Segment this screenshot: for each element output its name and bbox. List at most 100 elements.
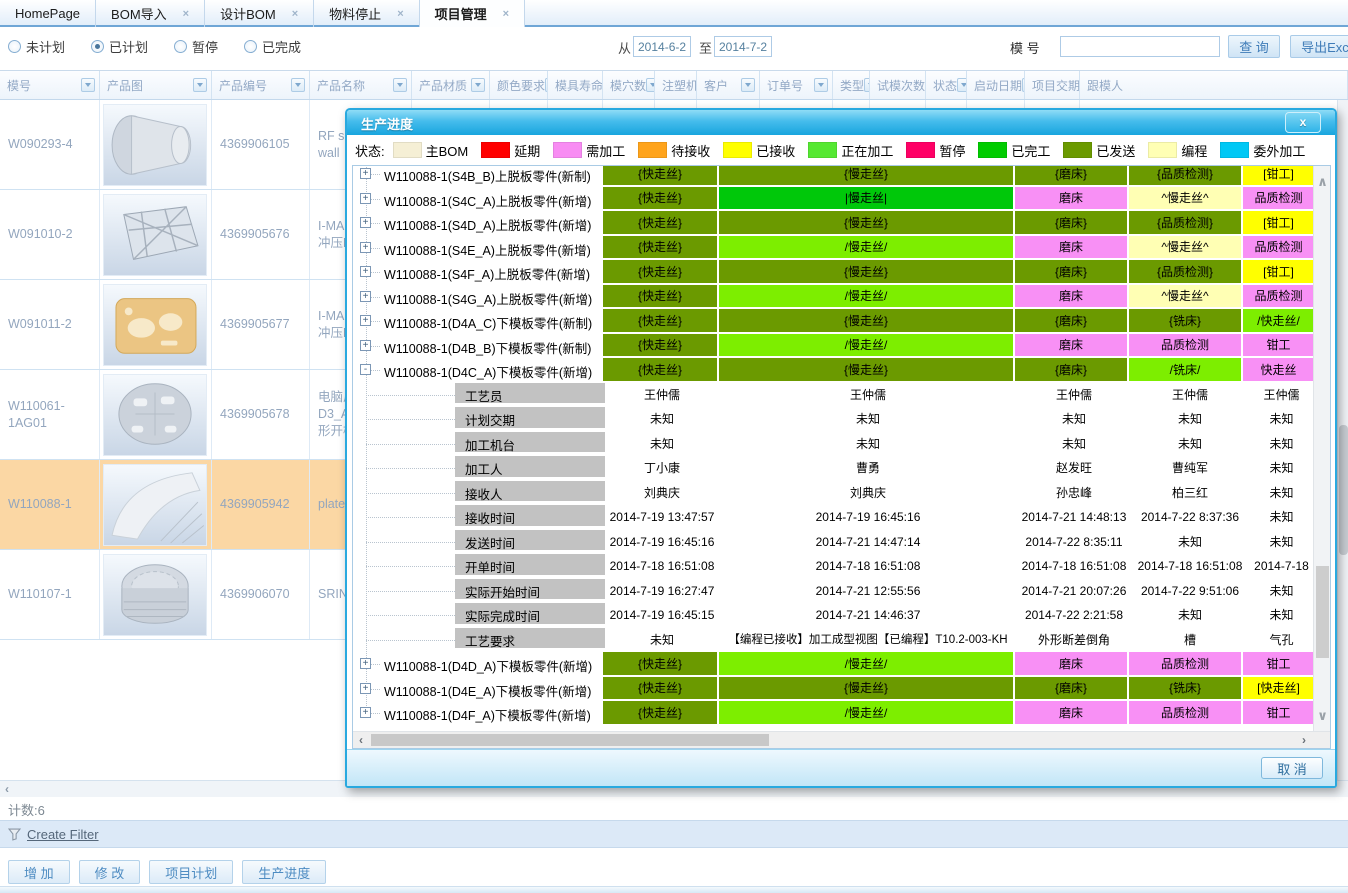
scrollbar-thumb[interactable] [371,734,769,746]
action-button-修改[interactable]: 修 改 [79,860,141,884]
radio-已完成[interactable]: 已完成 [244,37,301,56]
column-header-启动日期[interactable]: 启动日期 [967,71,1025,99]
process-step-cell[interactable]: {磨床} [1015,677,1127,700]
column-header-状态[interactable]: 状态 [926,71,967,99]
process-step-cell[interactable]: [钳工] [1243,166,1314,185]
tree-row[interactable]: +W110088-1(S4G_A)上脱板零件(新增){快走丝}/慢走丝/磨床^慢… [353,285,1314,310]
process-step-cell[interactable]: 磨床 [1015,334,1127,357]
process-step-cell[interactable]: {快走丝} [603,236,717,259]
process-step-cell[interactable]: {慢走丝} [719,166,1013,185]
tree-node[interactable]: +W110088-1(D4B_B)下模板零件(新制) [353,334,603,359]
process-step-cell[interactable]: 磨床 [1015,285,1127,308]
process-step-cell[interactable]: 磨床 [1015,187,1127,210]
tree-row[interactable]: +W110088-1(D4B_B)下模板零件(新制){快走丝}/慢走丝/磨床品质… [353,334,1314,359]
dialog-close-button[interactable]: x [1285,112,1321,133]
action-button-增加[interactable]: 增 加 [8,860,70,884]
cancel-button[interactable]: 取 消 [1261,757,1323,779]
tree-node[interactable]: -W110088-1(D4C_A)下模板零件(新增) [353,358,603,383]
scrollbar-thumb[interactable] [1339,425,1348,555]
expand-toggle-icon[interactable]: + [360,315,371,326]
tree-node[interactable]: +W110088-1(S4D_A)上脱板零件(新增) [353,211,603,236]
tree-row[interactable]: +W110088-1(S4D_A)上脱板零件(新增){快走丝}{慢走丝}{磨床}… [353,211,1314,236]
process-step-cell[interactable]: /慢走丝/ [719,701,1013,724]
expand-toggle-icon[interactable]: + [360,217,371,228]
process-step-cell[interactable]: {铣床} [1129,309,1241,332]
process-step-cell[interactable]: 磨床 [1015,236,1127,259]
process-step-cell[interactable]: {快走丝} [603,285,717,308]
process-step-cell[interactable]: {磨床} [1015,260,1127,283]
tree-row[interactable]: +W110088-1(D4D_A)下模板零件(新增){快走丝}/慢走丝/磨床品质… [353,652,1314,677]
process-step-cell[interactable]: [快走丝] [1243,677,1314,700]
process-step-cell[interactable]: {快走丝} [603,187,717,210]
expand-toggle-icon[interactable]: + [360,168,371,179]
column-header-产品材质[interactable]: 产品材质 [412,71,490,99]
date-to-input[interactable] [714,36,772,57]
process-step-cell[interactable]: {慢走丝} [719,358,1013,381]
filter-dropdown-icon[interactable] [393,78,407,92]
process-step-cell[interactable]: 品质检测 [1129,652,1241,675]
process-step-cell[interactable]: 品质检测 [1243,236,1314,259]
mold-no-input[interactable] [1060,36,1220,57]
process-step-cell[interactable]: {铣床} [1129,677,1241,700]
filter-dropdown-icon[interactable] [471,78,485,92]
filter-dropdown-icon[interactable] [291,78,305,92]
tree-row[interactable]: +W110088-1(D4A_C)下模板零件(新制){快走丝}{慢走丝}{磨床}… [353,309,1314,334]
process-step-cell[interactable]: /快走丝/ [1243,309,1314,332]
process-step-cell[interactable]: 磨床 [1015,652,1127,675]
tree-node[interactable]: +W110088-1(S4F_A)上脱板零件(新增) [353,260,603,285]
tab-HomePage[interactable]: HomePage [0,0,96,27]
tree-node[interactable]: +W110088-1(S4G_A)上脱板零件(新增) [353,285,603,310]
expand-toggle-icon[interactable]: + [360,683,371,694]
filter-dropdown-icon[interactable] [741,78,755,92]
scroll-up-icon[interactable]: ∧ [1314,174,1331,190]
process-step-cell[interactable]: {慢走丝} [719,260,1013,283]
filter-dropdown-icon[interactable] [814,78,828,92]
tree-node[interactable]: +W110088-1(S4B_B)上脱板零件(新制) [353,166,603,187]
scroll-right-icon[interactable]: › [1302,733,1306,747]
column-header-客户[interactable]: 客户 [697,71,760,99]
column-header-项目交期[interactable]: 项目交期 [1025,71,1080,99]
tab-BOM导入[interactable]: BOM导入× [96,0,205,27]
query-button[interactable]: 查 询 [1228,35,1280,58]
process-step-cell[interactable]: 磨床 [1015,701,1127,724]
expand-toggle-icon[interactable]: + [360,266,371,277]
scroll-down-icon[interactable]: ∨ [1314,708,1331,724]
tab-close-icon[interactable]: × [183,8,189,20]
tree-node[interactable]: +W110088-1(D4F_A)下模板零件(新增) [353,701,603,726]
process-step-cell[interactable]: 钳工 [1243,334,1314,357]
process-step-cell[interactable]: {慢走丝} [719,211,1013,234]
radio-未计划[interactable]: 未计划 [8,37,65,56]
dialog-horizontal-scrollbar[interactable]: ‹ › [353,731,1330,748]
process-step-cell[interactable]: {磨床} [1015,358,1127,381]
radio-暂停[interactable]: 暂停 [174,37,218,56]
tree-row[interactable]: +W110088-1(D4F_A)下模板零件(新增){快走丝}/慢走丝/磨床品质… [353,701,1314,726]
process-step-cell[interactable]: {快走丝} [603,701,717,724]
process-step-cell[interactable]: {快走丝} [603,677,717,700]
process-step-cell[interactable]: {快走丝} [603,652,717,675]
action-button-生产进度[interactable]: 生产进度 [242,860,326,884]
process-step-cell[interactable]: {快走丝} [603,309,717,332]
process-step-cell[interactable]: {快走丝} [603,211,717,234]
process-step-cell[interactable]: /慢走丝/ [719,334,1013,357]
tree-row[interactable]: +W110088-1(S4C_A)上脱板零件(新增){快走丝}|慢走丝|磨床^慢… [353,187,1314,212]
tree-row[interactable]: +W110088-1(D4E_A)下模板零件(新增){快走丝}{慢走丝}{磨床}… [353,677,1314,702]
action-button-项目计划[interactable]: 项目计划 [149,860,233,884]
main-vertical-scrollbar[interactable] [1337,100,1348,780]
tab-设计BOM[interactable]: 设计BOM× [205,0,314,27]
collapse-toggle-icon[interactable]: - [360,364,371,375]
process-step-cell[interactable]: {快走丝} [603,166,717,185]
tab-项目管理[interactable]: 项目管理× [420,0,525,27]
scroll-left-icon[interactable]: ‹ [5,782,9,796]
process-step-cell[interactable]: 品质检测 [1243,285,1314,308]
scrollbar-thumb[interactable] [1316,566,1329,658]
dialog-vertical-scrollbar[interactable]: ∧ ∨ [1313,166,1330,732]
column-header-模穴数[interactable]: 模穴数 [603,71,655,99]
process-step-cell[interactable]: |慢走丝| [719,187,1013,210]
scroll-left-icon[interactable]: ‹ [359,733,363,747]
expand-toggle-icon[interactable]: + [360,658,371,669]
expand-toggle-icon[interactable]: + [360,707,371,718]
column-header-试模次数[interactable]: 试模次数 [870,71,926,99]
expand-toggle-icon[interactable]: + [360,193,371,204]
column-header-产品名称[interactable]: 产品名称 [310,71,412,99]
process-step-cell[interactable]: {品质检测} [1129,166,1241,185]
